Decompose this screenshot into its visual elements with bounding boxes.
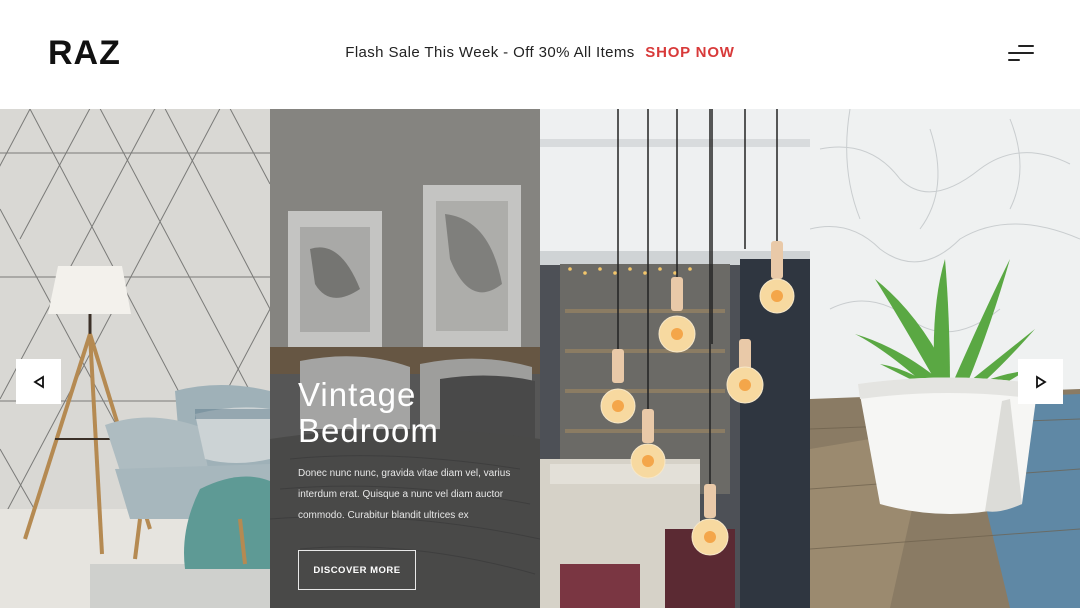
chevron-left-icon	[32, 374, 44, 389]
promo-text: Flash Sale This Week - Off 30% All Items	[345, 44, 635, 61]
bedroom-image	[270, 109, 540, 608]
slide-title-line1: Vintage	[298, 376, 417, 413]
site-header: RAZ Flash Sale This Week - Off 30% All I…	[0, 0, 1080, 109]
pendant-lights-image	[540, 109, 810, 608]
slide-title-line2: Bedroom	[298, 412, 439, 449]
slide-vintage-bedroom[interactable]: Vintage Bedroom Donec nunc nunc, gravida…	[270, 109, 540, 608]
hero-slider: Vintage Bedroom Donec nunc nunc, gravida…	[0, 109, 1080, 608]
slide-pendant-lights[interactable]	[540, 109, 810, 608]
shop-now-link[interactable]: SHOP NOW	[645, 44, 734, 61]
slider-prev-button[interactable]	[16, 359, 61, 404]
slide-description: Donec nunc nunc, gravida vitae diam vel,…	[298, 468, 511, 521]
chevron-right-icon	[1035, 374, 1047, 389]
slider-next-button[interactable]	[1018, 359, 1063, 404]
promo-banner: Flash Sale This Week - Off 30% All Items…	[0, 44, 1080, 61]
hamburger-menu-icon[interactable]	[1006, 42, 1036, 66]
slide-title: Vintage Bedroom	[298, 377, 439, 449]
discover-more-button[interactable]: DISCOVER MORE	[298, 550, 416, 590]
